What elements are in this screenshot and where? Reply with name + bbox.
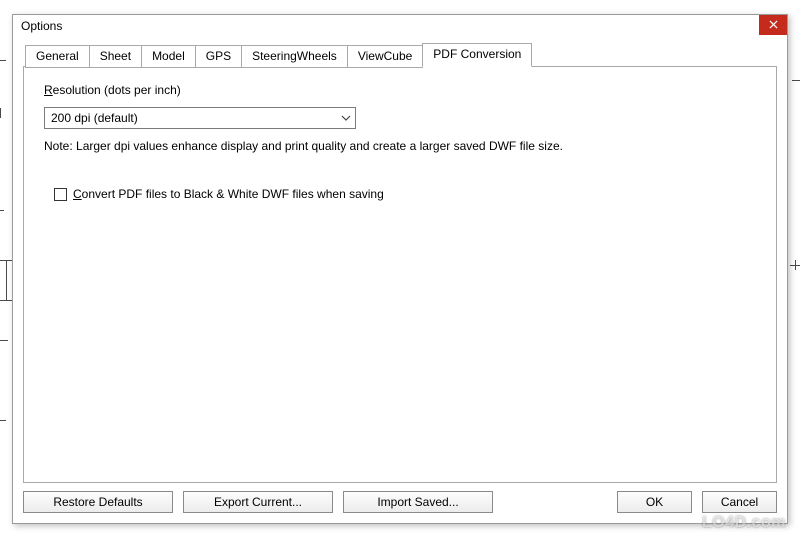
pdf-conversion-panel: Resolution (dots per inch) 200 dpi (defa…: [23, 66, 777, 483]
bw-convert-label: Convert PDF files to Black & White DWF f…: [73, 187, 384, 201]
close-button[interactable]: [759, 15, 787, 35]
resolution-label: Resolution (dots per inch): [44, 83, 756, 97]
button-bar: Restore Defaults Export Current... Impor…: [23, 483, 777, 513]
resolution-note: Note: Larger dpi values enhance display …: [44, 139, 756, 153]
tab-sheet[interactable]: Sheet: [89, 45, 142, 68]
bw-convert-row: Convert PDF files to Black & White DWF f…: [54, 187, 756, 201]
options-dialog: Options General Sheet Model GPS Steering…: [12, 14, 788, 524]
import-saved-button[interactable]: Import Saved...: [343, 491, 493, 513]
resolution-dropdown[interactable]: 200 dpi (default): [44, 107, 356, 129]
restore-defaults-button[interactable]: Restore Defaults: [23, 491, 173, 513]
bw-convert-checkbox[interactable]: [54, 188, 67, 201]
ok-button[interactable]: OK: [617, 491, 692, 513]
resolution-value: 200 dpi (default): [51, 111, 138, 125]
chevron-down-icon: [341, 113, 351, 123]
client-area: General Sheet Model GPS SteeringWheels V…: [13, 37, 787, 523]
tab-pdf-conversion[interactable]: PDF Conversion: [422, 43, 532, 67]
window-title: Options: [21, 19, 62, 33]
cancel-button[interactable]: Cancel: [702, 491, 777, 513]
export-current-button[interactable]: Export Current...: [183, 491, 333, 513]
tab-viewcube[interactable]: ViewCube: [347, 45, 423, 68]
tab-model[interactable]: Model: [141, 45, 196, 68]
tab-steeringwheels[interactable]: SteeringWheels: [241, 45, 348, 68]
close-icon: [769, 18, 778, 32]
tab-general[interactable]: General: [25, 45, 90, 68]
titlebar: Options: [13, 15, 787, 37]
tab-gps[interactable]: GPS: [195, 45, 242, 68]
tabstrip: General Sheet Model GPS SteeringWheels V…: [25, 43, 777, 66]
